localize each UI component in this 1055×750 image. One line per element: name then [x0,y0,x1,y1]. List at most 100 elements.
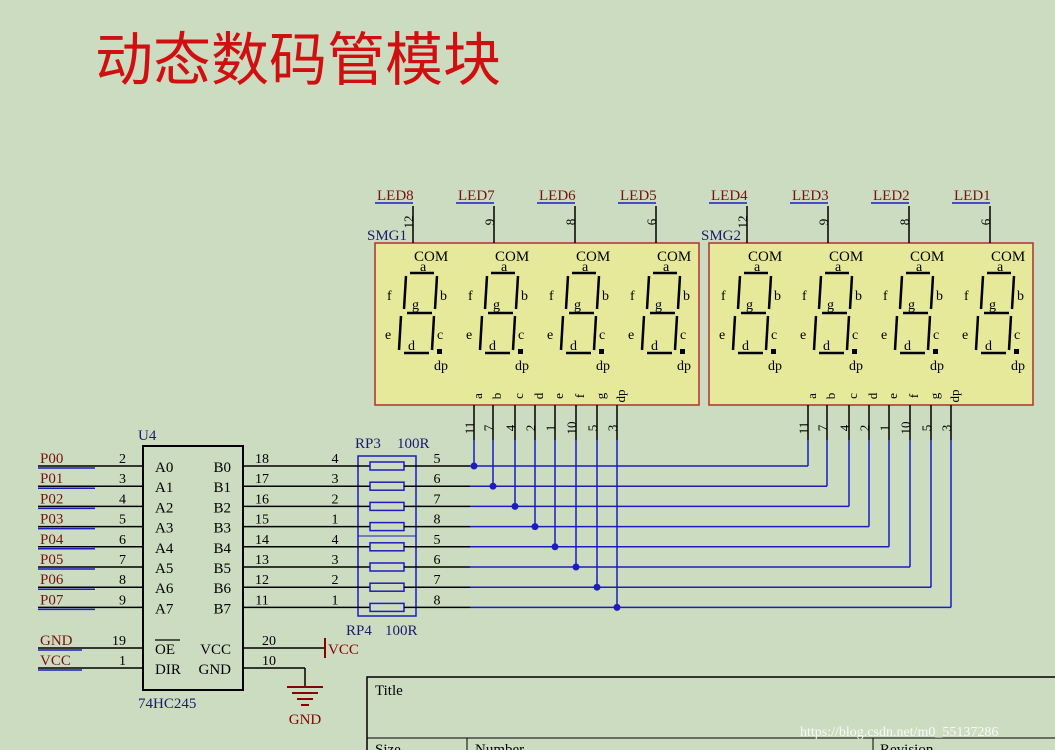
pin-number: 4 [837,424,852,431]
segment-dp [933,349,938,354]
pin-number: 7 [434,492,441,507]
segment-label: g [412,298,419,313]
segment-label: e [962,328,968,343]
pin-number: 2 [857,425,872,432]
pin-number: 19 [112,634,126,649]
power-symbols: VCC GND [243,638,359,728]
segment-label: dp [677,359,691,374]
segment-label: b [521,289,528,304]
segment-label: f [802,289,807,304]
segment-label: e [466,328,472,343]
net-label: P04 [40,532,64,548]
led-net-label: LED8 [377,188,414,204]
segment-pin-label: g [927,392,942,399]
pin-name: B7 [213,601,231,617]
pin-number: 6 [434,472,441,487]
title-block-revision: Revision [880,742,934,750]
net-label: P03 [40,512,63,528]
pin-number: 12 [401,216,416,229]
pin-number: 1 [877,425,892,432]
pin-number: 6 [434,553,441,568]
pin-number: 10 [898,422,913,435]
pin-name: A3 [155,521,173,537]
pin-number: 6 [644,218,659,225]
pin-number: 3 [332,553,339,568]
net-label: VCC [40,653,71,669]
pin-name: B1 [213,480,231,496]
segment-label: c [771,328,777,343]
pin-number: 6 [978,218,993,225]
segment-label: c [680,328,686,343]
segment-label: d [651,339,658,354]
junction-dot [511,502,519,510]
segment-dp [1014,349,1019,354]
pin-number: 2 [332,573,339,588]
pin-name: GND [199,662,232,678]
segment-label: g [655,298,662,313]
chip-74hc245: U4 74HC245 P00 2 A0 P01 3 A1 P02 4 A2 P03 5 A3 P04 6 A4 P… [38,428,300,712]
segment-label: d [570,339,577,354]
pin-number: 8 [434,513,441,528]
pin-number: 11 [255,593,268,608]
segment-pin-label: c [845,393,860,399]
segment-dp [771,349,776,354]
segment-label: b [774,289,781,304]
led-net-label: LED5 [620,188,657,204]
net-label: P02 [40,491,63,507]
pin-number: 3 [939,425,954,432]
resistor-element [369,542,405,552]
chip-part-number: 74HC245 [138,696,196,712]
resistor-pack-designator: RP3 [355,436,381,452]
segment-dp [518,349,523,354]
pin-number: 10 [564,422,579,435]
pin-number: 7 [481,424,496,431]
segment-pin-label: c [511,393,526,399]
segment-label: c [852,328,858,343]
segment-dp [599,349,604,354]
segment-label: d [742,339,749,354]
pin-number: 2 [332,492,339,507]
segment-label: dp [768,359,782,374]
pin-number: 5 [434,533,441,548]
net-label: P01 [40,471,63,487]
pin-number: 10 [262,654,276,669]
resistor-pack-designator: RP4 [346,623,372,639]
net-label: GND [40,633,73,649]
segment-label: b [440,289,447,304]
wires [470,440,952,611]
segment-label: c [599,328,605,343]
pin-name: A6 [155,581,174,597]
pin-number: 11 [796,422,811,435]
resistor-packs: RP3 100R RP4 100R 4 5 3 6 2 7 1 8 4 5 3 6 2 7 1 8 [300,436,470,639]
segment-label: b [683,289,690,304]
pin-number: 8 [897,219,912,226]
pin-number: 4 [332,452,339,467]
segment-pin-label: e [885,393,900,399]
pin-number: 1 [119,654,126,669]
pin-number: 4 [503,424,518,431]
segment-pin-label: f [906,393,921,398]
net-label: P05 [40,552,63,568]
resistor-element [369,461,405,471]
pin-number: 1 [332,513,339,528]
pin-number: 7 [434,573,441,588]
segment-label: d [408,339,415,354]
title-block-title: Title [375,683,403,699]
segment-label: f [468,289,473,304]
pin-number: 1 [332,593,339,608]
junction-dot [572,563,580,571]
segment-label: c [518,328,524,343]
junction-dot [551,543,559,551]
segment-label: c [437,328,443,343]
segment-label: d [904,339,911,354]
pin-name: B0 [213,460,231,476]
pin-number: 9 [482,219,497,226]
resistor-element [369,602,405,613]
pin-name: A1 [155,480,173,496]
segment-label: d [985,339,992,354]
schematic: 动态数码管模块 SMG1LED812LED79LED68LED56COMaf bg… [38,26,1055,750]
pin-name: B4 [213,541,231,557]
segment-label: g [989,298,996,313]
segment-pin-label: d [865,392,880,399]
segment-label: b [1017,289,1024,304]
